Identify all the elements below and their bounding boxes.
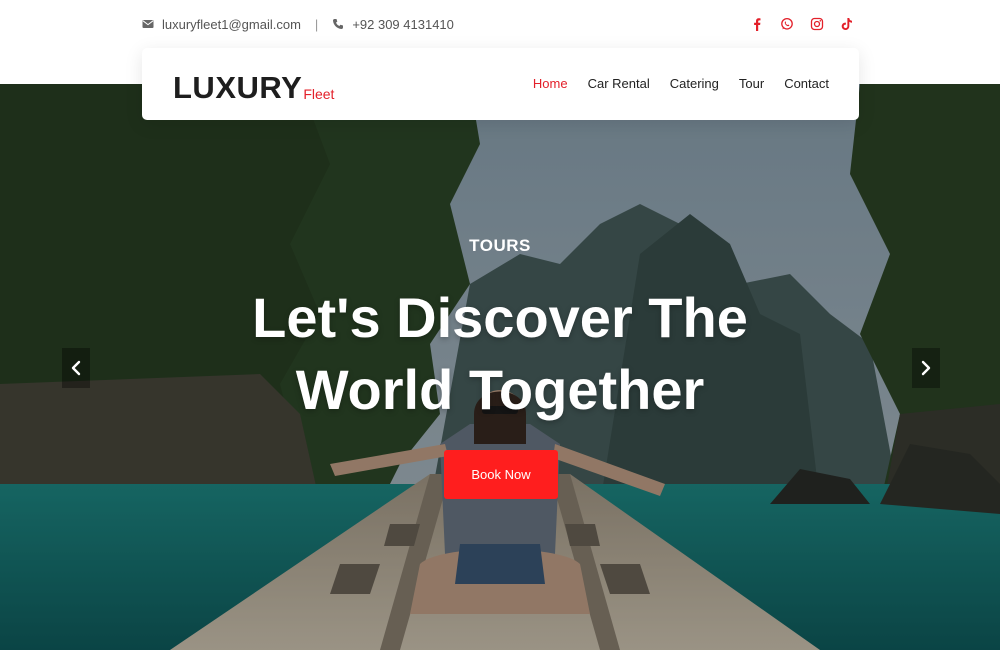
nav-tour[interactable]: Tour bbox=[739, 74, 764, 94]
brand-logo[interactable]: LUXURY Fleet bbox=[173, 65, 334, 105]
social-links bbox=[750, 14, 854, 34]
chevron-left-icon bbox=[71, 360, 81, 376]
instagram-icon[interactable] bbox=[810, 17, 824, 31]
main-menu: Home Car Rental Catering Tour Contact bbox=[533, 74, 829, 94]
brand-subname: Fleet bbox=[303, 86, 335, 102]
contact-info: luxuryfleet1@gmail.com | +92 309 4131410 bbox=[142, 15, 454, 33]
hero-carousel: TOURS Let's Discover The World Together … bbox=[0, 84, 1000, 650]
nav-contact[interactable]: Contact bbox=[784, 74, 829, 94]
brand-name: LUXURY bbox=[173, 70, 303, 105]
contact-separator: | bbox=[314, 16, 319, 32]
phone-icon bbox=[332, 18, 344, 30]
phone-link[interactable]: +92 309 4131410 bbox=[352, 17, 454, 32]
hero-title-line-2: World Together bbox=[295, 358, 705, 421]
navbar: LUXURY Fleet Home Car Rental Catering To… bbox=[142, 48, 859, 120]
email-link[interactable]: luxuryfleet1@gmail.com bbox=[162, 17, 301, 32]
whatsapp-icon[interactable] bbox=[780, 17, 794, 31]
envelope-icon bbox=[142, 18, 154, 30]
book-now-button[interactable]: Book Now bbox=[444, 450, 558, 499]
carousel-prev-button[interactable] bbox=[62, 348, 90, 388]
carousel-next-button[interactable] bbox=[912, 348, 940, 388]
nav-home[interactable]: Home bbox=[533, 74, 568, 94]
hero-subtitle: TOURS bbox=[469, 236, 531, 255]
hero-title-line-1: Let's Discover The bbox=[252, 286, 748, 349]
nav-car-rental[interactable]: Car Rental bbox=[588, 74, 650, 94]
facebook-icon[interactable] bbox=[750, 17, 764, 31]
tiktok-icon[interactable] bbox=[840, 17, 854, 31]
hero-title: Let's Discover The World Together bbox=[0, 282, 1000, 426]
nav-catering[interactable]: Catering bbox=[670, 74, 719, 94]
chevron-right-icon bbox=[921, 360, 931, 376]
